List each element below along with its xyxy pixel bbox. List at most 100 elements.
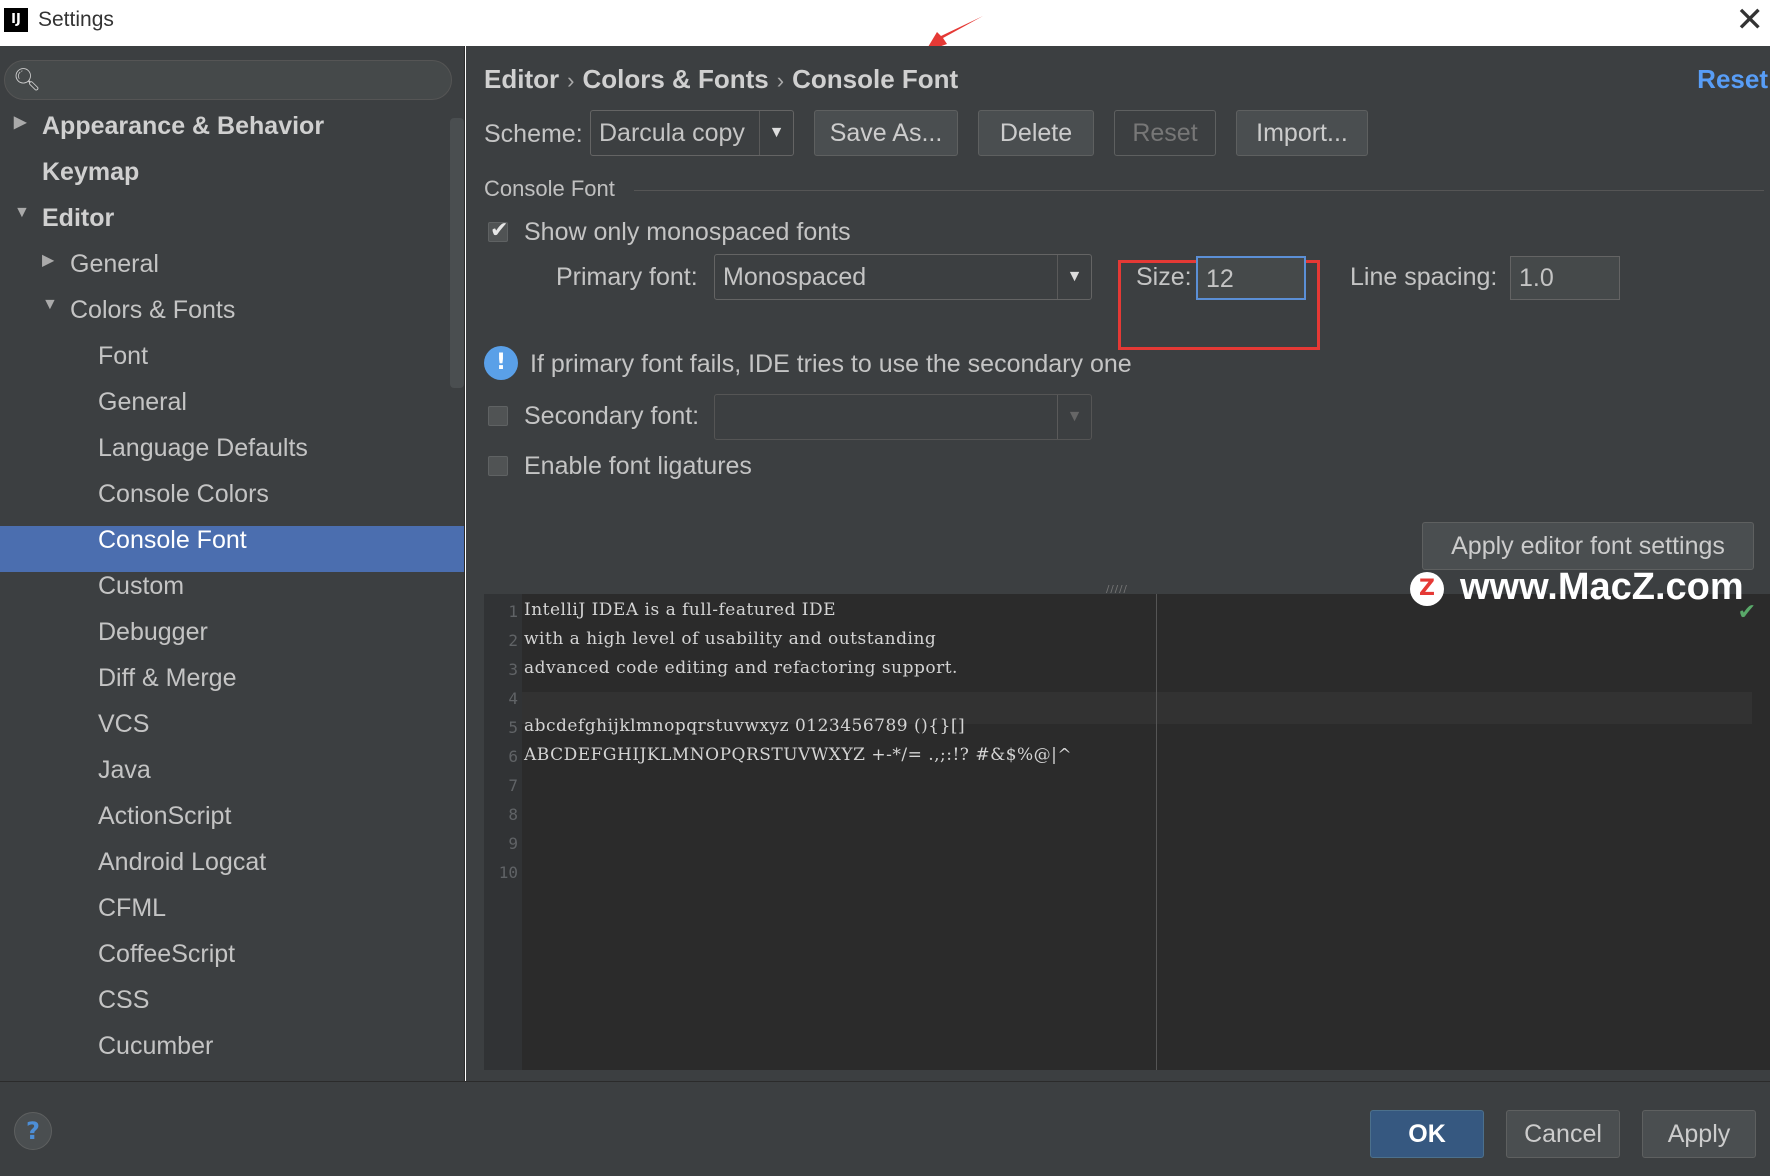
search-input[interactable]: 🔍︎ xyxy=(4,60,452,100)
sidebar-item-debugger[interactable]: Debugger xyxy=(0,618,464,664)
cancel-button[interactable]: Cancel xyxy=(1506,1110,1620,1158)
breadcrumb-console-font: Console Font xyxy=(792,64,959,94)
show-monospaced-label: Show only monospaced fonts xyxy=(524,218,851,246)
line-number: 10 xyxy=(498,863,518,882)
sidebar-item-label: CFML xyxy=(98,894,167,922)
chevron-down-icon: ▼ xyxy=(1057,255,1091,299)
sidebar-item-custom[interactable]: Custom xyxy=(0,572,464,618)
code-line: advanced code editing and refactoring su… xyxy=(524,658,958,678)
watermark-text: www.MacZ.com xyxy=(1460,566,1744,608)
sidebar-item-label: Console Font xyxy=(98,526,247,554)
secondary-font-checkbox[interactable] xyxy=(488,406,508,426)
sidebar-item-console-font[interactable]: Console Font xyxy=(0,526,464,572)
line-number: 1 xyxy=(508,602,518,621)
sidebar-item-diff-merge[interactable]: Diff & Merge xyxy=(0,664,464,710)
macz-logo-icon: Z xyxy=(1410,572,1444,606)
size-input[interactable]: 12 xyxy=(1196,256,1306,300)
sidebar-item-general[interactable]: General xyxy=(0,388,464,434)
sidebar-item-label: General xyxy=(70,250,159,278)
scheme-reset-button[interactable]: Reset xyxy=(1114,110,1216,156)
right-margin-guide xyxy=(1156,594,1157,1070)
scheme-value: Darcula copy xyxy=(599,119,745,147)
code-line: abcdefghijklmnopqrstuvwxyz 0123456789 ()… xyxy=(524,716,966,736)
import-button[interactable]: Import... xyxy=(1236,110,1368,156)
line-number: 2 xyxy=(508,631,518,650)
breadcrumb-colors-fonts: Colors & Fonts xyxy=(582,64,769,94)
collapsed-arrow-icon[interactable]: ▶ xyxy=(42,250,54,270)
apply-editor-font-button[interactable]: Apply editor font settings xyxy=(1422,522,1754,570)
sidebar-item-css[interactable]: CSS xyxy=(0,986,464,1032)
info-icon: ! xyxy=(484,346,518,380)
delete-button[interactable]: Delete xyxy=(978,110,1094,156)
breadcrumb: Editor › Colors & Fonts › Console Font xyxy=(484,64,958,95)
sidebar-item-colors-fonts[interactable]: ▼ Colors & Fonts xyxy=(0,296,464,342)
sidebar-item-console-colors[interactable]: Console Colors xyxy=(0,480,464,526)
help-icon[interactable]: ? xyxy=(14,1112,52,1150)
line-spacing-input[interactable]: 1.0 xyxy=(1510,256,1620,300)
sidebar-item-general[interactable]: ▶ General xyxy=(0,250,464,296)
sidebar-item-label: Java xyxy=(98,756,151,784)
main-panel: Editor › Colors & Fonts › Console Font Reset… xyxy=(466,46,1770,1081)
sidebar-item-label: Debugger xyxy=(98,618,208,646)
sidebar-item-label: Android Logcat xyxy=(98,848,267,876)
settings-sidebar: 🔍︎ ▶ Appearance & Behavior Keymap ▼ Editor ▶ G… xyxy=(0,46,465,1081)
sidebar-item-cfml[interactable]: CFML xyxy=(0,894,464,940)
line-number: 9 xyxy=(508,834,518,853)
sidebar-item-label: Language Defaults xyxy=(98,434,308,462)
scheme-select[interactable]: Darcula copy ▼ xyxy=(590,110,794,156)
sidebar-item-cucumber[interactable]: Cucumber xyxy=(0,1032,464,1078)
chevron-down-icon: ▼ xyxy=(759,111,793,155)
primary-font-label: Primary font: xyxy=(556,263,698,291)
breadcrumb-editor: Editor xyxy=(484,64,560,94)
sidebar-item-label: Cucumber xyxy=(98,1032,214,1060)
font-ligatures-label: Enable font ligatures xyxy=(524,452,752,480)
sidebar-item-label: VCS xyxy=(98,710,150,738)
sidebar-item-editor[interactable]: ▼ Editor xyxy=(0,204,464,250)
code-line: ABCDEFGHIJKLMNOPQRSTUVWXYZ +-*/= .,;:!? … xyxy=(524,745,1073,765)
section-title: Console Font xyxy=(484,176,615,201)
font-ligatures-checkbox[interactable] xyxy=(488,456,508,476)
code-line: with a high level of usability and outst… xyxy=(524,629,937,649)
secondary-font-label: Secondary font: xyxy=(524,402,700,430)
expanded-arrow-icon[interactable]: ▼ xyxy=(42,296,58,314)
primary-font-select[interactable]: Monospaced ▼ xyxy=(714,254,1092,300)
breadcrumb-separator: › xyxy=(567,68,575,93)
sidebar-item-vcs[interactable]: VCS xyxy=(0,710,464,756)
ok-button[interactable]: OK xyxy=(1370,1110,1484,1158)
sidebar-item-java[interactable]: Java xyxy=(0,756,464,802)
dialog-footer: ? OK Cancel Apply xyxy=(0,1081,1770,1176)
reset-link[interactable]: Reset xyxy=(1697,64,1768,95)
sidebar-item-label: General xyxy=(98,388,187,416)
window-title: Settings xyxy=(38,8,114,31)
font-preview-editor[interactable]: 1 2 3 4 5 6 7 8 9 10 IntelliJ IDEA is a full-feat… xyxy=(484,594,1770,1070)
sidebar-item-keymap[interactable]: Keymap xyxy=(0,158,464,204)
save-as-button[interactable]: Save As... xyxy=(814,110,958,156)
close-icon[interactable]: ✕ xyxy=(1736,2,1765,38)
sidebar-item-label: Custom xyxy=(98,572,185,600)
line-number: 4 xyxy=(508,689,518,708)
collapsed-arrow-icon[interactable]: ▶ xyxy=(14,112,26,132)
apply-button[interactable]: Apply xyxy=(1642,1110,1756,1158)
code-line: IntelliJ IDEA is a full-featured IDE xyxy=(524,600,836,620)
sidebar-item-language-defaults[interactable]: Language Defaults xyxy=(0,434,464,480)
section-divider xyxy=(634,190,1764,191)
line-number: 5 xyxy=(508,718,518,737)
breadcrumb-separator: › xyxy=(776,68,785,93)
sidebar-item-coffeescript[interactable]: CoffeeScript xyxy=(0,940,464,986)
show-monospaced-checkbox[interactable] xyxy=(488,218,508,243)
sidebar-item-android-logcat[interactable]: Android Logcat xyxy=(0,848,464,894)
line-number: 3 xyxy=(508,660,518,679)
secondary-font-select[interactable]: ▼ xyxy=(714,394,1092,440)
sidebar-item-label: Console Colors xyxy=(98,480,269,508)
line-number: 7 xyxy=(508,776,518,795)
intellij-app-icon: IJ xyxy=(4,8,28,32)
expanded-arrow-icon[interactable]: ▼ xyxy=(14,204,30,222)
title-bar: IJ Settings ✕ xyxy=(0,0,1770,52)
sidebar-item-actionscript[interactable]: ActionScript xyxy=(0,802,464,848)
sidebar-item-label: CSS xyxy=(98,986,150,1014)
sidebar-item-font[interactable]: Font xyxy=(0,342,464,388)
line-spacing-label: Line spacing: xyxy=(1350,263,1498,291)
chevron-down-icon: ▼ xyxy=(1057,395,1091,439)
sidebar-item-appearance-behavior[interactable]: ▶ Appearance & Behavior xyxy=(0,112,464,158)
sidebar-item-label: ActionScript xyxy=(98,802,232,830)
